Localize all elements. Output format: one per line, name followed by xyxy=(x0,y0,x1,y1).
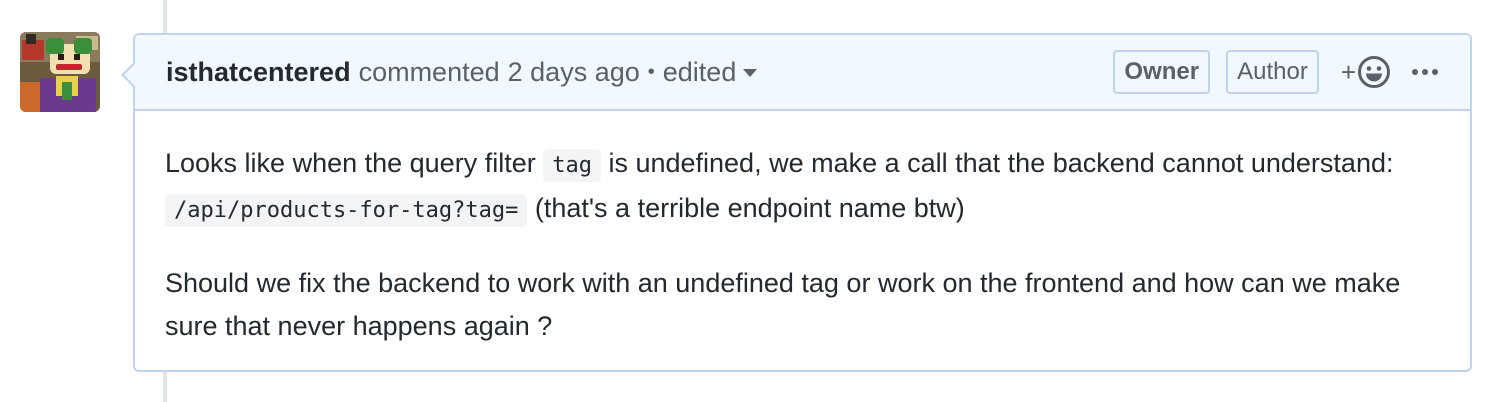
avatar-image xyxy=(20,32,100,112)
add-reaction-button[interactable]: + xyxy=(1341,55,1391,89)
body-text: is undefined, we make a call that the ba… xyxy=(600,148,1394,178)
avatar[interactable] xyxy=(20,32,100,112)
kebab-horizontal-icon xyxy=(1412,69,1438,75)
comment-header: isthatcentered commented 2 days ago • ed… xyxy=(135,35,1470,111)
inline-code-tag: tag xyxy=(543,149,601,182)
more-options-button[interactable] xyxy=(1411,67,1439,77)
inline-code-endpoint: /api/products-for-tag?tag= xyxy=(165,194,528,227)
comment-body: Looks like when the query filter tag is … xyxy=(135,111,1470,348)
comment-author-link[interactable]: isthatcentered xyxy=(166,57,351,88)
plus-icon: + xyxy=(1340,56,1356,87)
body-text: Looks like when the query filter xyxy=(165,148,544,178)
comment-caret-fill xyxy=(124,63,136,87)
edited-dropdown[interactable]: edited xyxy=(663,57,758,88)
comment-paragraph-1: Looks like when the query filter tag is … xyxy=(165,142,1440,232)
body-text: (that's a terrible endpoint name btw) xyxy=(527,193,965,223)
smiley-icon xyxy=(1358,56,1390,88)
edited-label: edited xyxy=(662,56,737,87)
comment-paragraph-2: Should we fix the backend to work with a… xyxy=(165,268,1401,341)
comment-box: isthatcentered commented 2 days ago • ed… xyxy=(121,33,1472,372)
owner-badge: Owner xyxy=(1113,50,1211,94)
separator-dot: • xyxy=(647,60,655,83)
author-badge: Author xyxy=(1226,50,1319,94)
caret-down-icon xyxy=(743,69,758,77)
comment-action-text: commented xyxy=(358,56,500,87)
comment-timestamp-link[interactable]: 2 days ago xyxy=(508,57,640,88)
